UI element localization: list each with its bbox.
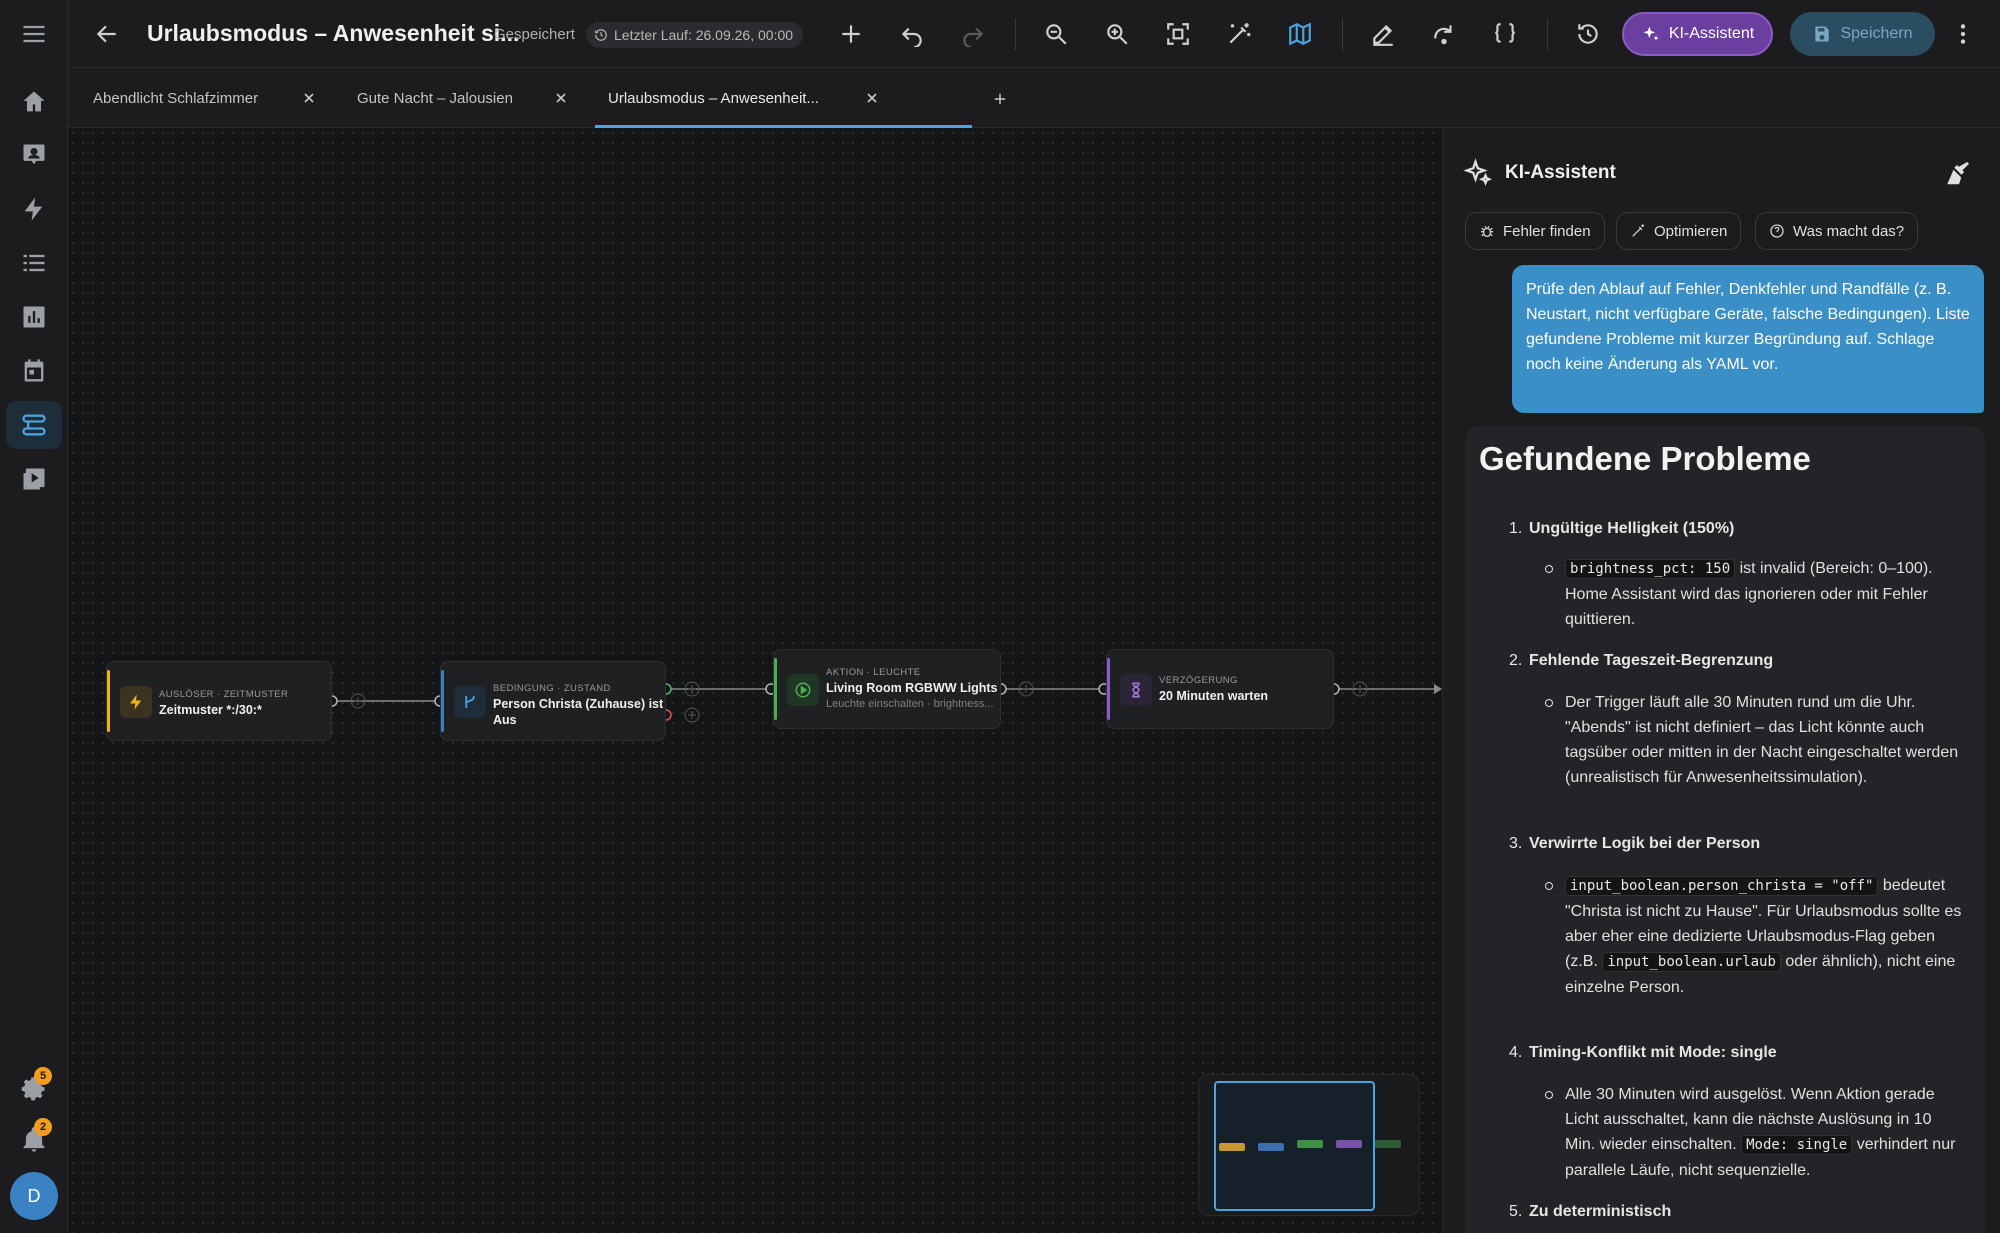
ki-assistant-panel: KI-Assistent Fehler finden Optimieren Wa… (1442, 128, 2000, 1233)
flow-canvas[interactable]: Auslöser · Zeitmuster Zeitmuster *:/30:*… (68, 128, 1442, 1233)
ki-assistant-button[interactable]: KI-Assistent (1622, 12, 1773, 56)
undo-icon[interactable] (892, 14, 932, 54)
problem-2-detail: Der Trigger läuft alle 30 Minuten rund u… (1545, 690, 1965, 790)
dashboard-icon[interactable] (6, 131, 62, 179)
minimap-node (1375, 1140, 1401, 1148)
notifications-badge: 2 (34, 1118, 52, 1136)
toolbar: Urlaubsmodus – Anwesenheit si... Gespeic… (68, 0, 2000, 68)
history-icon (595, 29, 607, 41)
minimap-node (1336, 1140, 1362, 1148)
node-subtitle: Leuchte einschalten · brightness... (826, 698, 994, 710)
notifications-icon[interactable]: 2 (6, 1116, 62, 1164)
node-name: 20 Minuten warten (1159, 689, 1269, 703)
hourglass-icon (1120, 674, 1152, 706)
avatar[interactable]: D (10, 1172, 58, 1220)
tab-urlaubsmodus[interactable]: Urlaubsmodus – Anwesenheit... (595, 68, 972, 128)
yaml-braces-icon[interactable] (1485, 14, 1525, 54)
wand-icon (1632, 224, 1644, 237)
action-node[interactable]: Aktion · Leuchte Living Room RGBWW Light… (773, 649, 1001, 729)
map-icon[interactable] (1280, 14, 1320, 54)
node-name: Zeitmuster *:/30:* (159, 703, 262, 717)
last-run-badge[interactable]: Letzter Lauf: 26.09.26, 00:00 (586, 22, 804, 48)
node-name: Living Room RGBWW Lights (826, 681, 998, 695)
delay-node[interactable]: Verzögerung 20 Minuten warten (1106, 649, 1334, 729)
chip-label: Fehler finden (1503, 222, 1591, 240)
tab-label: Abendlicht Schlafzimmer (93, 89, 259, 107)
redo-icon[interactable] (953, 14, 993, 54)
history-chart-icon[interactable] (6, 293, 62, 341)
save-button[interactable]: Speichern (1790, 12, 1935, 56)
calendar-icon[interactable] (6, 347, 62, 395)
fit-view-icon[interactable] (1158, 14, 1198, 54)
zoom-out-icon[interactable] (1036, 14, 1076, 54)
minimap-node (1297, 1140, 1323, 1148)
user-message: Prüfe den Ablauf auf Fehler, Denkfehler … (1512, 265, 1984, 413)
chip-fehler-finden[interactable]: Fehler finden (1465, 212, 1605, 250)
auto-layout-wand-icon[interactable] (1219, 14, 1259, 54)
save-label: Speichern (1840, 25, 1913, 42)
minimap-node (1258, 1143, 1284, 1151)
problem-4-detail: Alle 30 Minuten wird ausgelöst. Wenn Akt… (1545, 1082, 1965, 1183)
back-arrow-icon[interactable] (87, 14, 127, 54)
condition-node[interactable]: Bedingung · Zustand Person Christa (Zuha… (440, 661, 666, 741)
trace-history-icon[interactable] (1568, 14, 1608, 54)
more-vert-icon[interactable] (1943, 14, 1983, 54)
lightning-icon (120, 686, 152, 718)
add-tab-icon[interactable] (985, 84, 1015, 114)
tab-label: Urlaubsmodus – Anwesenheit... (608, 89, 819, 107)
node-type: Aktion · Leuchte (826, 667, 921, 678)
sparkle-icon (1463, 158, 1493, 188)
node-type: Verzögerung (1159, 675, 1238, 686)
panel-title: KI-Assistent (1505, 162, 1616, 183)
home-icon[interactable] (6, 78, 62, 126)
last-run-text: Letzter Lauf: 26.09.26, 00:00 (614, 27, 794, 43)
close-icon[interactable] (297, 86, 321, 110)
settings-badge: 5 (34, 1067, 52, 1085)
edit-pencil-icon[interactable] (1363, 14, 1403, 54)
reply-title: Gefundene Probleme (1479, 440, 1811, 477)
broom-clear-icon[interactable] (1943, 158, 1973, 188)
trigger-node[interactable]: Auslöser · Zeitmuster Zeitmuster *:/30:* (106, 661, 332, 741)
chip-optimieren[interactable]: Optimieren (1616, 212, 1742, 250)
problem-1-detail: brightness_pct: 150 ist invalid (Bereich… (1545, 556, 1965, 632)
floppy-icon (1815, 26, 1830, 42)
tab-abendlicht[interactable]: Abendlicht Schlafzimmer (93, 68, 258, 128)
problem-3-detail: input_boolean.person_christa = "off" bed… (1545, 873, 1965, 1000)
tab-gute-nacht[interactable]: Gute Nacht – Jalousien (357, 68, 513, 128)
ki-assistant-label: KI-Assistent (1668, 25, 1755, 42)
assistant-reply: Gefundene Probleme 1. Ungültige Helligke… (1465, 426, 1985, 1233)
energy-icon[interactable] (6, 185, 62, 233)
node-name: Person Christa (Zuhause) ist (493, 697, 664, 711)
chip-label: Optimieren (1654, 222, 1728, 240)
close-icon[interactable] (860, 86, 884, 110)
add-node-icon[interactable] (831, 14, 871, 54)
node-type: Auslöser · Zeitmuster (159, 689, 289, 700)
help-circle-icon (1770, 224, 1784, 238)
minimap[interactable] (1198, 1074, 1420, 1216)
play-circle-icon (787, 674, 819, 706)
logbook-icon[interactable] (6, 239, 62, 287)
save-status: Gespeichert (494, 26, 575, 43)
settings-icon[interactable]: 5 (6, 1065, 62, 1113)
navigation-rail: 5 2 D (0, 0, 68, 1233)
menu-icon[interactable] (6, 10, 62, 58)
media-icon[interactable] (6, 455, 62, 503)
bug-icon (1481, 225, 1493, 237)
tab-label: Gute Nacht – Jalousien (357, 89, 513, 107)
editor-tabs: Abendlicht Schlafzimmer Gute Nacht – Jal… (68, 68, 2000, 128)
node-type: Bedingung · Zustand (493, 683, 611, 694)
zoom-in-icon[interactable] (1097, 14, 1137, 54)
chip-label: Was macht das? (1793, 222, 1905, 240)
chip-was-macht-das[interactable]: Was macht das? (1755, 212, 1919, 250)
automations-icon[interactable] (6, 401, 62, 449)
branch-icon (454, 686, 486, 718)
node-name-cont: Aus (493, 713, 517, 727)
page-title: Urlaubsmodus – Anwesenheit si... (147, 20, 520, 46)
close-icon[interactable] (549, 86, 573, 110)
sparkle-icon (1643, 26, 1659, 41)
run-action-icon[interactable] (1424, 14, 1464, 54)
minimap-node (1219, 1143, 1245, 1151)
